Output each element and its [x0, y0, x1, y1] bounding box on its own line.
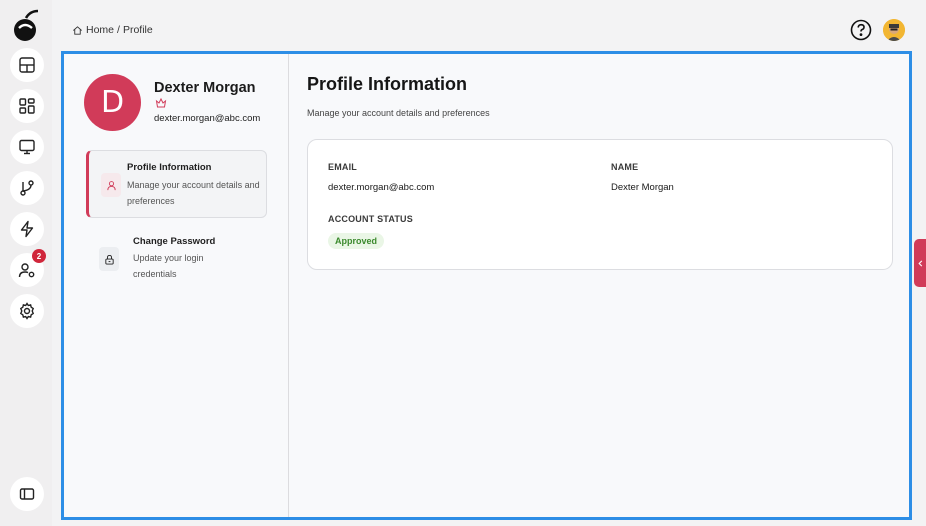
collapse-panel-tab[interactable] [914, 239, 926, 287]
notification-badge: 2 [32, 249, 46, 263]
profile-email: dexter.morgan@abc.com [154, 113, 261, 124]
grid-layout-icon [19, 57, 35, 73]
dashboard-icon [19, 98, 35, 114]
name-value: Dexter Morgan [611, 182, 674, 193]
rail-item-dashboard[interactable] [10, 89, 44, 123]
help-icon[interactable] [850, 19, 872, 41]
profile-name: Dexter Morgan [154, 80, 256, 96]
profile-content: Profile Information Manage your account … [290, 54, 909, 517]
gear-icon [19, 302, 35, 320]
rail-item-monitor[interactable] [10, 130, 44, 164]
menu-item-change-password[interactable]: Change Password Update your login creden… [86, 232, 267, 290]
app-logo-icon[interactable] [10, 8, 42, 42]
menu-item-icon [101, 173, 121, 197]
nav-rail: 2 [0, 0, 52, 526]
breadcrumb-current: Profile [122, 24, 153, 36]
profile-sidebar: D Dexter Morgan dexter.morgan@abc.com Pr… [64, 54, 289, 517]
page-subtitle: Manage your account details and preferen… [307, 108, 490, 118]
breadcrumb-separator: / [117, 24, 120, 36]
lock-icon [104, 254, 114, 265]
chevron-left-icon [917, 259, 922, 267]
user-settings-icon [18, 263, 35, 278]
status-badge: Approved [328, 233, 385, 249]
sidebar-toggle-icon [19, 488, 35, 500]
menu-item-title: Profile Information [127, 162, 212, 173]
page-title: Profile Information [307, 74, 468, 94]
profile-avatar: D [84, 74, 141, 131]
name-label: NAME [611, 162, 639, 172]
menu-item-profile-information[interactable]: Profile Information Manage your account … [86, 150, 267, 218]
breadcrumb: Home / Profile [72, 24, 153, 36]
breadcrumb-home-link[interactable]: Home [86, 24, 114, 36]
profile-details-card: EMAIL dexter.morgan@abc.com NAME Dexter … [307, 139, 893, 270]
rail-item-grid-layout[interactable] [10, 48, 44, 82]
sidebar-toggle-button[interactable] [10, 477, 44, 511]
menu-item-description: Update your login credentials [133, 253, 204, 279]
email-value: dexter.morgan@abc.com [328, 182, 435, 193]
menu-item-icon [99, 247, 119, 271]
account-status-label: ACCOUNT STATUS [328, 214, 413, 224]
avatar-icon [883, 19, 905, 41]
rail-item-settings[interactable] [10, 294, 44, 328]
menu-item-title: Change Password [133, 236, 216, 247]
lightning-icon [20, 220, 34, 238]
crown-icon [155, 97, 167, 108]
user-icon [106, 180, 116, 190]
rail-item-git-branch[interactable] [10, 171, 44, 205]
rail-item-user-settings[interactable]: 2 [10, 249, 46, 287]
monitor-icon [19, 139, 35, 155]
user-avatar-button[interactable] [883, 19, 905, 41]
home-icon [73, 25, 82, 35]
menu-item-description: Manage your account details and preferen… [127, 180, 260, 206]
profile-frame: D Dexter Morgan dexter.morgan@abc.com Pr… [61, 51, 912, 520]
email-label: EMAIL [328, 162, 357, 172]
rail-item-lightning[interactable] [10, 212, 44, 246]
git-branch-icon [20, 180, 34, 196]
